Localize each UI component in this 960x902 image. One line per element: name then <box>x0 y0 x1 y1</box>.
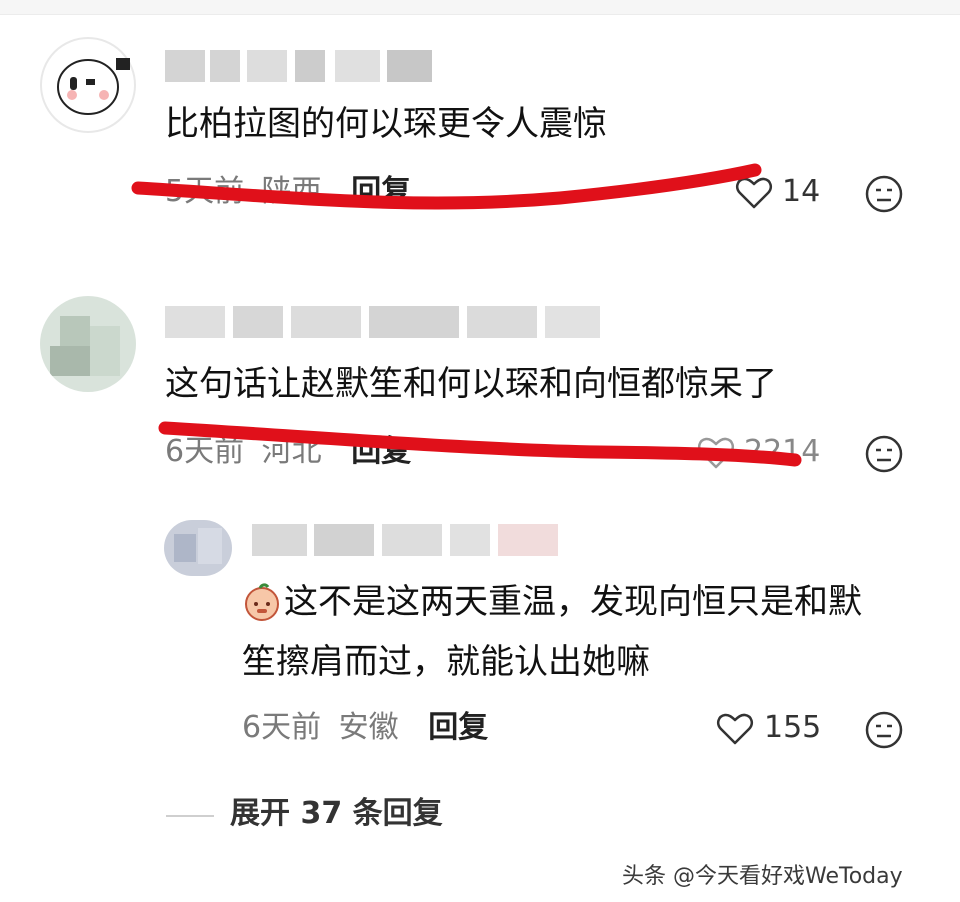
reply-meta: 6天前 安徽 回复 <box>242 710 488 746</box>
comment-location: 陕西 <box>261 174 322 209</box>
peach-sticker-icon <box>245 583 279 621</box>
blurred-username[interactable] <box>165 306 605 338</box>
expand-divider <box>166 815 214 817</box>
expand-replies-button[interactable]: 展开 37 条回复 <box>230 796 443 832</box>
like-count: 155 <box>764 710 822 745</box>
emoji-face-icon[interactable] <box>864 174 904 214</box>
comment-time: 5天前 <box>165 174 245 209</box>
comment-time: 6天前 <box>165 434 245 469</box>
avatar-badge <box>116 58 130 70</box>
emoji-face-icon[interactable] <box>864 434 904 474</box>
top-divider <box>0 0 960 15</box>
avatar[interactable] <box>40 296 136 392</box>
reply-location: 安徽 <box>338 710 399 745</box>
reply-text-line2: 笙擦肩而过，就能认出她嘛 <box>242 642 650 682</box>
watermark: 头条 @今天看好戏WeToday <box>622 864 903 889</box>
cartoon-face-icon <box>57 59 119 115</box>
heart-outline-icon[interactable] <box>697 436 735 470</box>
comment-location: 河北 <box>261 434 322 469</box>
blurred-username[interactable] <box>165 50 435 82</box>
comment-meta: 6天前 河北 回复 <box>165 434 411 470</box>
heart-outline-icon[interactable] <box>716 712 754 746</box>
avatar[interactable] <box>164 520 232 576</box>
reply-button[interactable]: 回复 <box>351 174 411 209</box>
comment-text: 比柏拉图的何以琛更令人震惊 <box>165 104 607 144</box>
like-count: 2214 <box>744 434 821 469</box>
heart-outline-icon[interactable] <box>735 176 773 210</box>
avatar[interactable] <box>40 37 136 133</box>
like-count: 14 <box>782 174 821 209</box>
reply-button[interactable]: 回复 <box>351 434 411 469</box>
reply-button[interactable]: 回复 <box>428 710 488 745</box>
emoji-face-icon[interactable] <box>864 710 904 750</box>
reply-text-line1: 这不是这两天重温，发现向恒只是和默 <box>284 582 862 622</box>
blurred-username[interactable] <box>252 524 562 556</box>
comment-meta: 5天前 陕西 回复 <box>165 174 411 210</box>
comment-text: 这句话让赵默笙和何以琛和向恒都惊呆了 <box>165 364 777 404</box>
reply-time: 6天前 <box>242 710 322 745</box>
